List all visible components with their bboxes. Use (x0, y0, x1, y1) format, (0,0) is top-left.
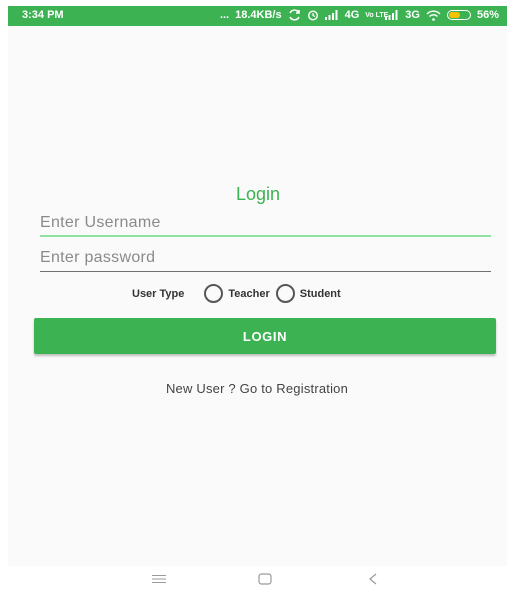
alarm-icon (307, 9, 319, 21)
user-type-group: User Type Teacher Student (132, 284, 341, 303)
login-button[interactable]: LOGIN (34, 318, 496, 354)
teacher-radio-label: Teacher (228, 287, 270, 300)
password-field-wrapper (40, 249, 491, 272)
registration-link[interactable]: New User ? Go to Registration (8, 381, 507, 396)
teacher-radio[interactable]: Teacher (204, 284, 270, 303)
username-underline (40, 235, 491, 237)
student-radio[interactable]: Student (275, 284, 341, 303)
network-4g: 4G (344, 9, 360, 21)
app-screen: 3:34 PM ... 18.4KB/s 4G Vo LTE 3G 56% Lo… (8, 6, 507, 566)
home-icon[interactable] (253, 570, 277, 588)
status-dots: ... (219, 9, 230, 21)
network-speed: 18.4KB/s (235, 9, 282, 21)
status-time: 3:34 PM (22, 9, 64, 21)
username-input[interactable] (40, 214, 491, 234)
radio-unchecked-icon[interactable] (275, 284, 295, 303)
username-field-wrapper (40, 214, 491, 237)
password-input[interactable] (40, 249, 491, 269)
menu-icon[interactable] (147, 570, 171, 588)
signal-icon (324, 10, 339, 20)
student-radio-label: Student (299, 287, 341, 300)
network-3g: 3G (405, 9, 420, 21)
password-underline (40, 271, 491, 272)
wifi-icon (426, 10, 441, 21)
status-bar: 3:34 PM ... 18.4KB/s 4G Vo LTE 3G 56% (8, 6, 507, 26)
login-title: Login (235, 184, 281, 204)
battery-percent: 56% (476, 9, 499, 21)
battery-icon (446, 10, 471, 20)
radio-unchecked-icon[interactable] (204, 284, 224, 303)
sync-icon (288, 9, 301, 21)
navigation-bar (0, 566, 514, 592)
signal-icon (385, 10, 399, 20)
user-type-label: User Type (132, 287, 185, 300)
status-icons: ... 18.4KB/s 4G Vo LTE 3G 56% (220, 9, 499, 21)
volte-badge: Vo LTE (365, 11, 389, 19)
back-icon[interactable] (361, 570, 385, 588)
